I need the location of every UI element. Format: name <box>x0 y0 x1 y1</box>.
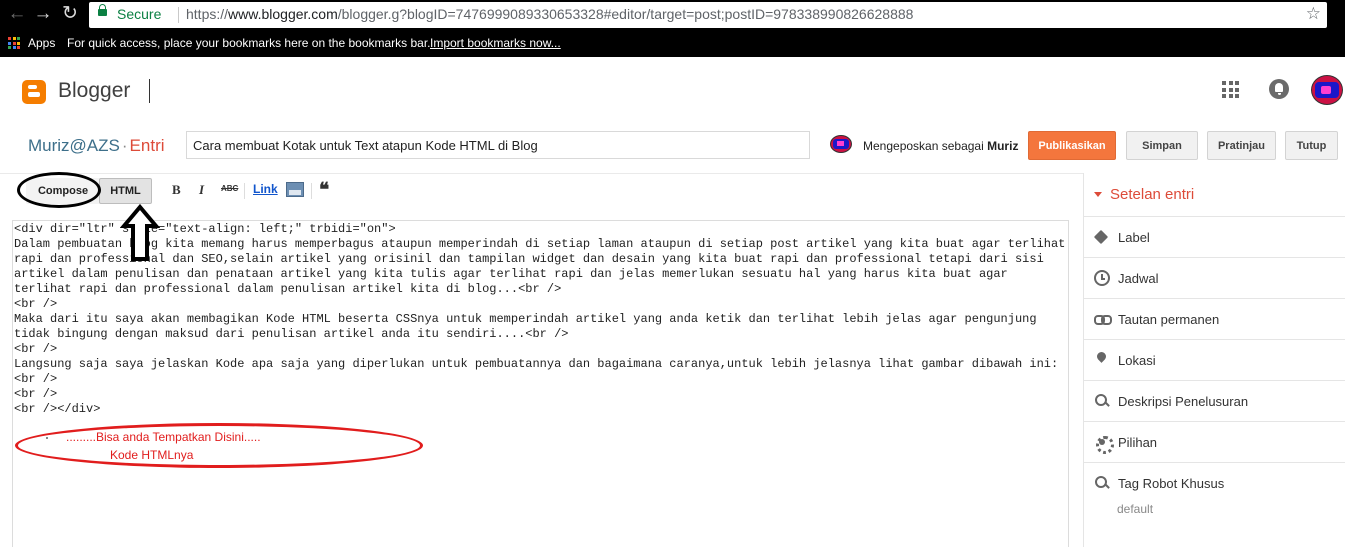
placement-note-line2: Kode HTMLnya <box>110 448 194 462</box>
posting-as-label: Mengeposkan sebagai Muriz <box>863 139 1018 153</box>
caret-down-icon <box>1094 192 1102 197</box>
robots-tag-value: default <box>1117 502 1154 516</box>
browser-toolbar: ← → ↻ Secure https://www.blogger.com/blo… <box>0 0 1345 30</box>
url-scheme: https:// <box>186 6 229 22</box>
sidebar-item-location[interactable]: Lokasi <box>1084 340 1345 381</box>
link-icon <box>1094 311 1112 327</box>
location-pin-icon <box>1094 352 1110 368</box>
code-line: <br /></div> <box>14 402 101 416</box>
preview-button[interactable]: Pratinjau <box>1207 131 1276 160</box>
back-arrow-icon[interactable]: ← <box>6 3 28 25</box>
strikethrough-button[interactable]: ABC <box>221 184 238 193</box>
close-button[interactable]: Tutup <box>1285 131 1338 160</box>
post-settings-sidebar: Setelan entri Label Jadwal Tautan perman… <box>1083 173 1345 547</box>
code-paragraph: Langsung saja saya jelaskan Kode apa saj… <box>14 357 1059 371</box>
editor-toolbar: Compose HTML B I ABC Link ❝ <box>0 173 1083 209</box>
forward-arrow-icon[interactable]: → <box>32 3 54 25</box>
blog-name[interactable]: Muriz@AZS <box>28 136 120 155</box>
url-path: /blogger.g?blogID=7476999089330653328#ed… <box>337 6 914 22</box>
url-host: www.blogger.com <box>228 6 338 22</box>
post-settings-header[interactable]: Setelan entri <box>1084 173 1345 217</box>
code-paragraph: Maka dari itu saya akan membagikan Kode … <box>14 312 1037 341</box>
post-settings-title: Setelan entri <box>1110 186 1195 203</box>
label-icon <box>1094 229 1110 245</box>
section-label: Entri <box>129 136 165 155</box>
account-avatar[interactable] <box>1311 75 1343 105</box>
sidebar-item-label[interactable]: Label <box>1084 217 1345 258</box>
import-bookmarks-link[interactable]: Import bookmarks now... <box>430 36 561 50</box>
sidebar-item-text: Tautan permanen <box>1118 312 1220 327</box>
blogger-logo-icon[interactable] <box>22 80 46 104</box>
quote-icon[interactable]: ❝ <box>319 179 329 202</box>
italic-button[interactable]: I <box>199 182 204 198</box>
secure-label: Secure <box>117 6 162 22</box>
placement-note-line1: .........Bisa anda Tempatkan Disini..... <box>66 430 261 444</box>
entry-title-row: Muriz@AZS·Entri Mengeposkan sebagai Muri… <box>0 123 1345 173</box>
insert-image-icon[interactable] <box>286 182 304 197</box>
post-title-input[interactable] <box>186 131 810 159</box>
bookmarks-hint: For quick access, place your bookmarks h… <box>67 36 431 50</box>
code-line: <br /> <box>14 342 58 356</box>
code-line: <br /> <box>14 372 58 386</box>
blogger-post-editor-screen: ← → ↻ Secure https://www.blogger.com/blo… <box>0 0 1345 547</box>
notifications-bell-icon[interactable] <box>1269 79 1289 99</box>
breadcrumb-separator: · <box>121 136 128 155</box>
sidebar-item-text: Jadwal <box>1118 271 1159 286</box>
html-mode-button[interactable]: HTML <box>99 178 152 204</box>
code-paragraph: Dalam pembuatan blog kita memang harus m… <box>14 237 1066 296</box>
toolbar-divider <box>311 183 312 199</box>
sidebar-item-options[interactable]: Pilihan <box>1084 422 1345 463</box>
code-line: <br /> <box>14 387 58 401</box>
sidebar-item-text: Deskripsi Penelusuran <box>1118 394 1249 409</box>
publish-button[interactable]: Publikasikan <box>1028 131 1116 160</box>
posting-as-prefix: Mengeposkan sebagai <box>863 139 984 153</box>
header-divider <box>149 79 150 103</box>
sidebar-item-text: Pilihan <box>1118 435 1158 450</box>
author-name: Muriz <box>987 139 1019 153</box>
cursor-dot <box>46 437 48 439</box>
search-icon <box>1094 393 1110 409</box>
bookmarks-bar: Apps For quick access, place your bookma… <box>0 30 1345 57</box>
address-bar[interactable]: Secure https://www.blogger.com/blogger.g… <box>89 2 1327 28</box>
sidebar-item-search-description[interactable]: Deskripsi Penelusuran <box>1084 381 1345 422</box>
code-line: <div dir="ltr" style="text-align: left;"… <box>14 222 396 236</box>
author-avatar <box>830 135 852 153</box>
sidebar-item-custom-robots-tags[interactable]: Tag Robot Khusus default <box>1084 463 1345 529</box>
blogger-header: Blogger <box>0 57 1345 123</box>
apps-grid-icon[interactable] <box>8 37 20 49</box>
sidebar-item-text: Label <box>1118 230 1150 245</box>
blog-breadcrumb: Muriz@AZS · Entri <box>28 136 165 156</box>
search-icon <box>1094 475 1110 491</box>
app-name[interactable]: Blogger <box>58 79 130 103</box>
compose-mode-button[interactable]: Compose <box>26 178 100 204</box>
insert-link-button[interactable]: Link <box>253 182 278 196</box>
code-line: <br /> <box>14 297 58 311</box>
save-button[interactable]: Simpan <box>1126 131 1198 160</box>
gear-icon <box>1094 434 1114 454</box>
omnibox-divider <box>178 7 179 23</box>
html-editor-textarea[interactable]: <div dir="ltr" style="text-align: left;"… <box>12 220 1069 547</box>
bold-button[interactable]: B <box>172 182 181 198</box>
sidebar-item-schedule[interactable]: Jadwal <box>1084 258 1345 299</box>
toolbar-divider <box>244 183 245 199</box>
apps-launcher-icon[interactable] <box>1222 81 1239 98</box>
html-source: <div dir="ltr" style="text-align: left;"… <box>14 222 1068 417</box>
sidebar-item-text: Tag Robot Khusus <box>1118 476 1225 491</box>
sidebar-item-text: Lokasi <box>1118 353 1156 368</box>
url-text[interactable]: https://www.blogger.com/blogger.g?blogID… <box>186 6 913 22</box>
reload-icon[interactable]: ↻ <box>59 3 81 25</box>
apps-shortcut[interactable]: Apps <box>28 36 55 50</box>
lock-icon <box>98 4 107 16</box>
bookmark-star-icon[interactable]: ☆ <box>1306 4 1321 24</box>
sidebar-item-permalink[interactable]: Tautan permanen <box>1084 299 1345 340</box>
clock-icon <box>1094 270 1110 286</box>
